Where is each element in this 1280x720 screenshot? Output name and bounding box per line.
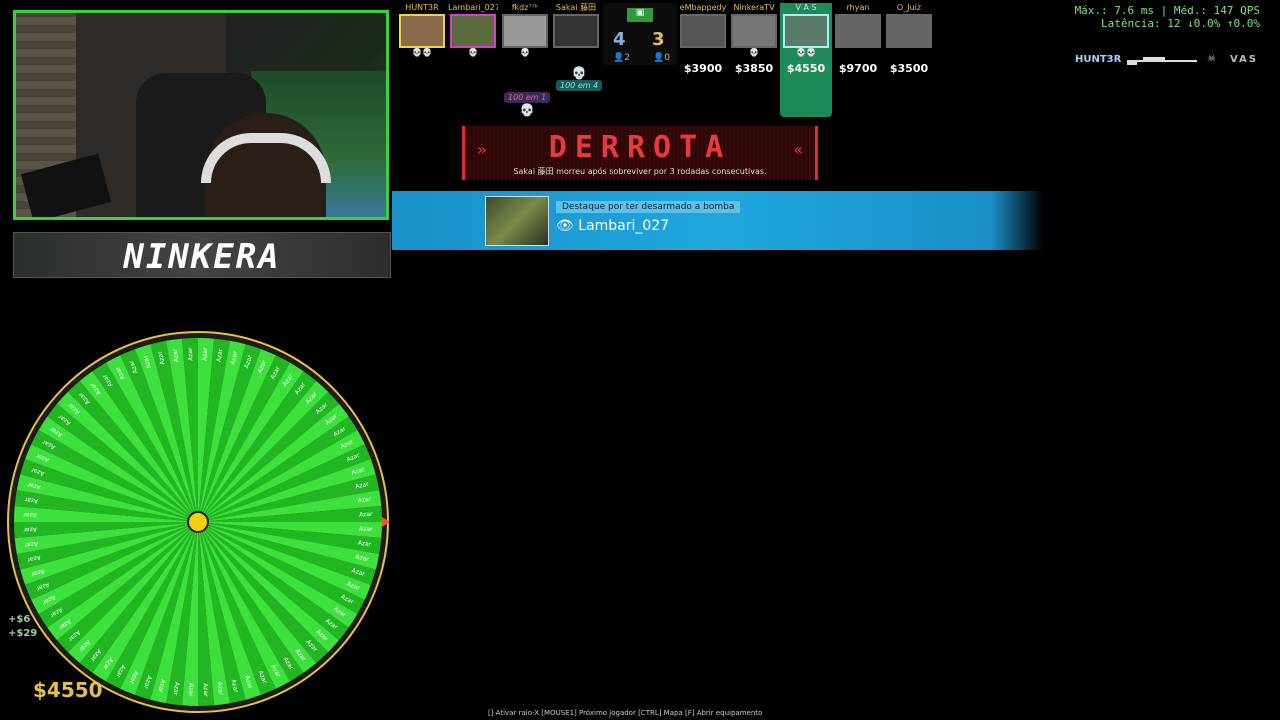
skull-icon: 💀 bbox=[571, 66, 587, 80]
wheel-slice-label: Azar bbox=[187, 347, 195, 361]
wheel-hub bbox=[187, 511, 209, 533]
score-right: 3 bbox=[652, 29, 665, 50]
streamer-name: NINKERA bbox=[123, 237, 281, 277]
player-card-rhyan: rhyan $9700 bbox=[833, 3, 883, 75]
multi-kill-badge: 100 em 1 💀 bbox=[504, 92, 551, 117]
bomb-icon: ▣ bbox=[627, 8, 653, 22]
player-card-sakai: Sakai 藤田 bbox=[551, 3, 601, 48]
money-gain: +$6 bbox=[8, 614, 31, 625]
avatar bbox=[680, 14, 726, 48]
skull-icon: 💀 bbox=[468, 48, 478, 57]
mvp-banner: Destaque por ter desarmado a bomba 👁 Lam… bbox=[392, 191, 1044, 250]
wheel-slice-label: Azar bbox=[359, 526, 373, 534]
wheel-slice-label: Azar bbox=[23, 526, 37, 534]
wheel-slice-label: Azar bbox=[23, 511, 37, 519]
player-card-embappedy: eMbappedy $3900 bbox=[679, 3, 727, 75]
eye-icon: 👁 bbox=[556, 218, 574, 234]
money-gain: +$29 bbox=[8, 628, 38, 639]
avatar bbox=[731, 14, 777, 48]
webcam-feed bbox=[13, 10, 389, 220]
mvp-avatar bbox=[485, 196, 549, 246]
skull-icon: 💀 bbox=[519, 103, 535, 117]
avatar bbox=[835, 14, 881, 48]
player-card-lambari: Lambari_027 💀 bbox=[448, 3, 498, 57]
wheel-slice-label: Azar bbox=[359, 511, 373, 519]
player-card-hunt3r: HUNT3R 💀💀 bbox=[397, 3, 447, 58]
wheel-slice-label: Azar bbox=[202, 683, 210, 697]
score-left: 4 bbox=[613, 29, 626, 50]
player-card-ojuiz: O_Juiz $3500 bbox=[884, 3, 934, 75]
avatar bbox=[553, 14, 599, 48]
net-stats: Máx.: 7.6 ms | Méd.: 147 QPS Latência: 1… bbox=[1074, 4, 1260, 30]
avatar bbox=[399, 14, 445, 48]
killfeed-entry: HUNT3R ☠ VAS bbox=[1075, 53, 1259, 65]
alive-right: 👤0 bbox=[653, 53, 670, 63]
alive-left: 👤2 bbox=[613, 53, 630, 63]
player-money: $4550 bbox=[33, 678, 103, 702]
multi-kill-badge: 💀 100 em 4 bbox=[556, 66, 603, 91]
skull-icon: 💀💀 bbox=[796, 48, 816, 57]
skull-icon: 💀 bbox=[520, 48, 530, 57]
skull-icon: ☠ bbox=[1207, 53, 1216, 64]
avatar bbox=[783, 14, 829, 48]
avatar bbox=[886, 14, 932, 48]
avatar bbox=[502, 14, 548, 48]
player-card-vas: V A S 💀💀 $4550 bbox=[780, 3, 832, 117]
wheel-slice-label: Azar bbox=[187, 683, 195, 697]
streamer-name-bar: NINKERA bbox=[13, 232, 391, 278]
round-result-banner: » « DERROTA Sakai 藤田 morreu após sobrevi… bbox=[462, 126, 818, 180]
skull-icon: 💀 bbox=[749, 48, 759, 57]
avatar bbox=[450, 14, 496, 48]
sniper-rifle-icon bbox=[1127, 57, 1197, 65]
wheel-slice-label: Azar bbox=[202, 347, 210, 361]
player-card-ninkeratv: NinkeraTV 💀 $3850 bbox=[729, 3, 779, 75]
skull-icon: 💀💀 bbox=[412, 48, 432, 57]
prize-wheel[interactable]: AzarAzarAzarAzarAzarAzarAzarAzarAzarAzar… bbox=[6, 330, 390, 714]
scoreboard: ▣ 4 3 👤2 👤0 bbox=[603, 3, 677, 65]
player-card-fkdz: fkdz⁷⁷ᵏ 💀 bbox=[500, 3, 550, 58]
keybind-hints: [] Ativar raio-X [MOUSE1] Próximo jogado… bbox=[488, 709, 763, 717]
